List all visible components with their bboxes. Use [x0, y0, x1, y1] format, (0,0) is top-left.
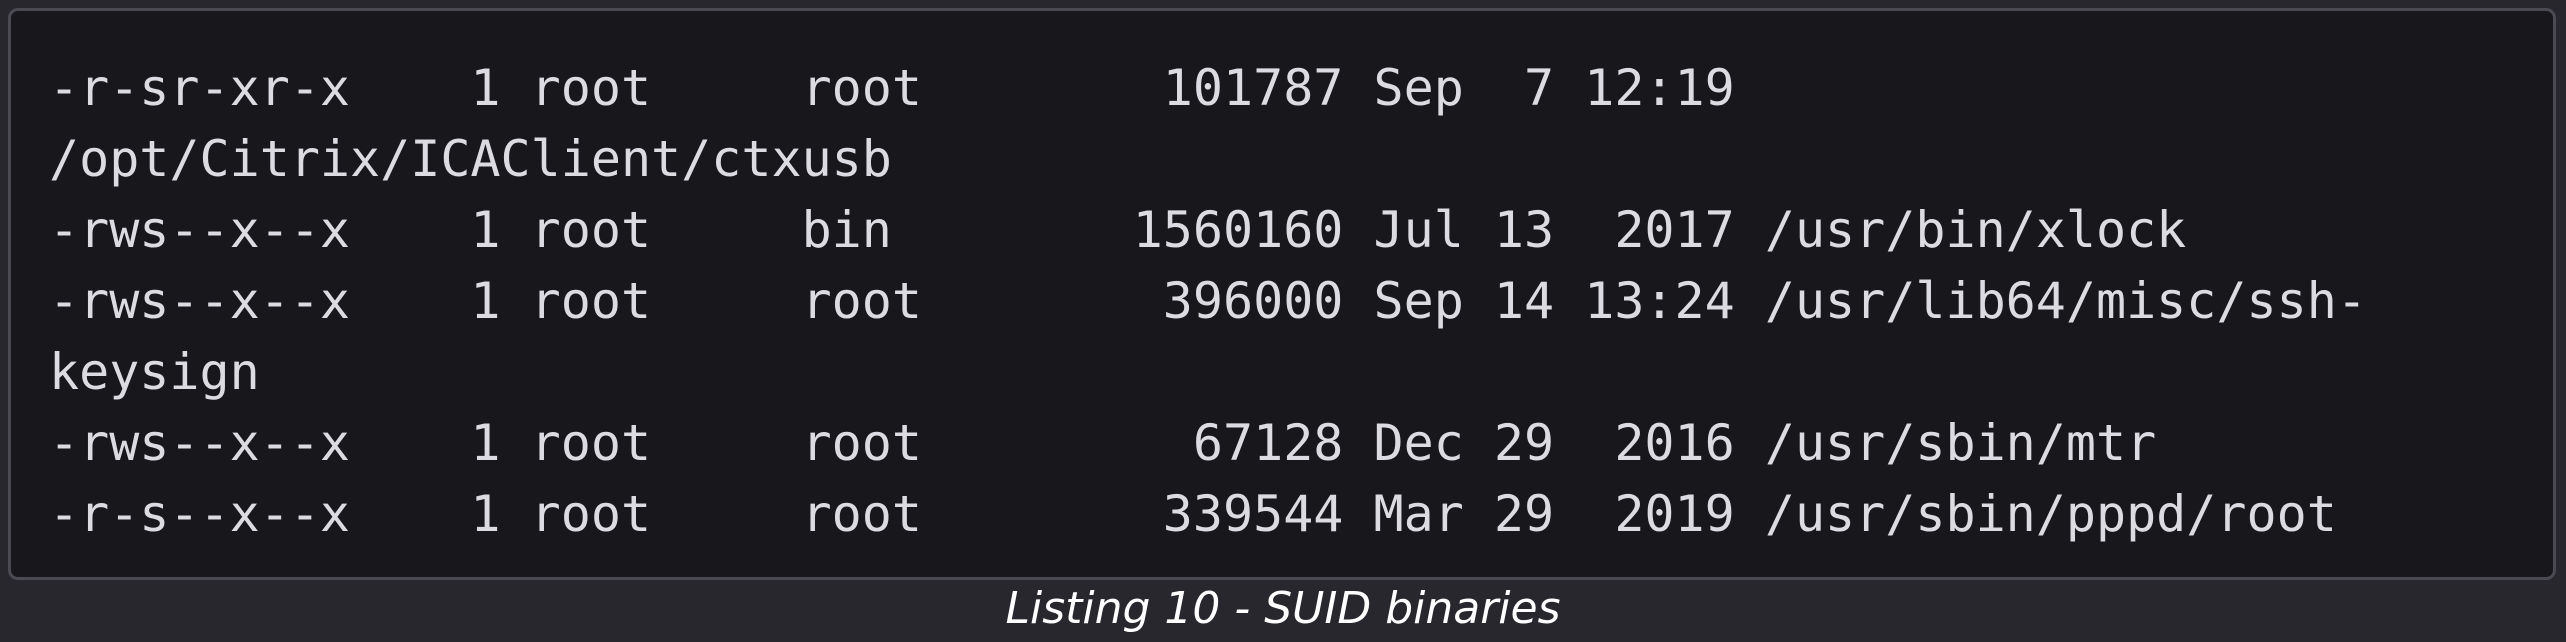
code-line: -r-sr-xr-x 1 root root 101787 Sep 7 12:1…: [49, 59, 1735, 117]
code-line: -rws--x--x 1 root root 67128 Dec 29 2016…: [49, 414, 2157, 472]
code-line: keysign: [49, 343, 260, 401]
listing-caption: Listing 10 - SUID binaries: [1005, 583, 1561, 634]
code-line: -r-s--x--x 1 root root 339544 Mar 29 201…: [49, 485, 2337, 543]
code-listing: -r-sr-xr-x 1 root root 101787 Sep 7 12:1…: [49, 53, 2367, 550]
code-listing-box: -r-sr-xr-x 1 root root 101787 Sep 7 12:1…: [8, 8, 2556, 580]
code-line: -rws--x--x 1 root bin 1560160 Jul 13 201…: [49, 201, 2187, 259]
code-line: /opt/Citrix/ICAClient/ctxusb: [49, 130, 892, 188]
code-line: -rws--x--x 1 root root 396000 Sep 14 13:…: [49, 272, 2367, 330]
